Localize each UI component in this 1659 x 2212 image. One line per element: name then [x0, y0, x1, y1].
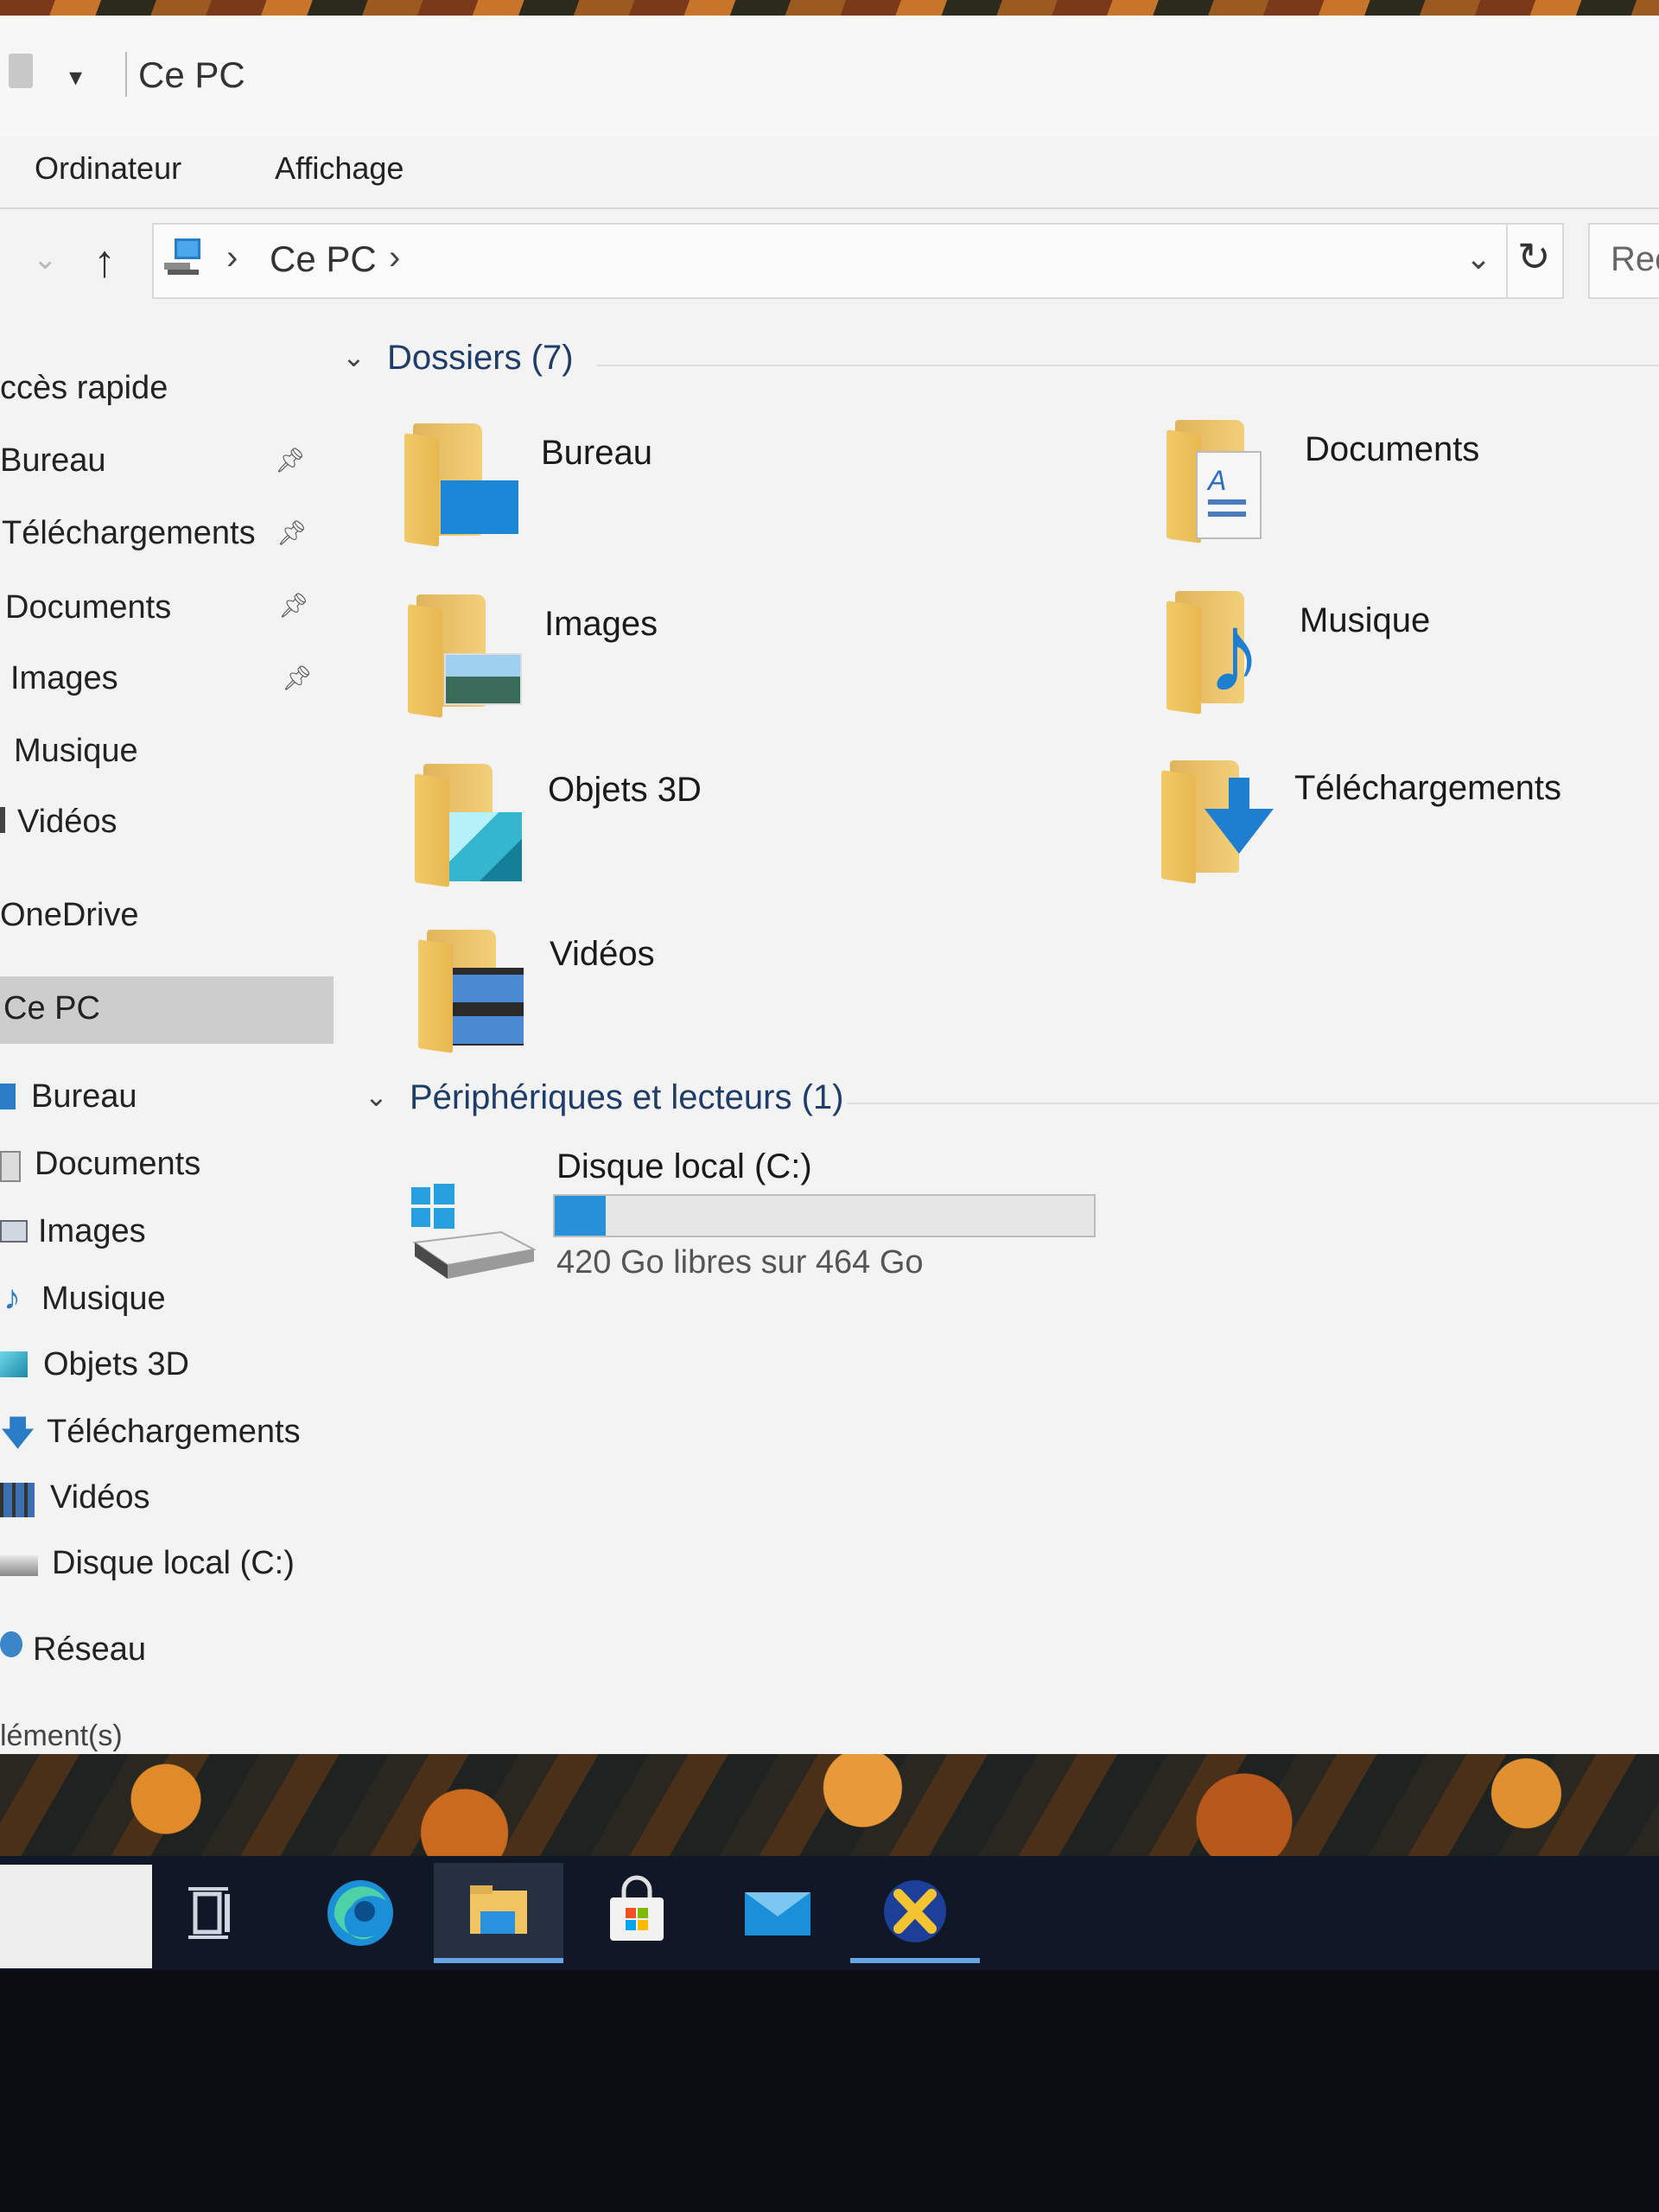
edge-icon — [327, 1880, 393, 1946]
sidebar-item-musique[interactable]: Musique — [14, 733, 138, 770]
sidebar-pc-documents[interactable]: Documents — [35, 1146, 200, 1183]
folder-icon — [470, 1885, 527, 1934]
breadcrumb-chevron-icon[interactable]: › — [389, 238, 400, 277]
active-app-indicator — [434, 1958, 563, 1963]
sidebar-item-documents[interactable]: Documents — [5, 589, 171, 626]
breadcrumb-ce-pc[interactable]: Ce PC — [270, 238, 377, 280]
status-item-count: lément(s) — [0, 1719, 123, 1752]
folder-label-documents[interactable]: Documents — [1305, 430, 1479, 469]
images-icon — [0, 1220, 28, 1243]
folder-label-videos[interactable]: Vidéos — [550, 935, 655, 974]
folder-icon-musique[interactable]: ♪ — [1166, 589, 1270, 715]
breadcrumb-chevron-icon[interactable]: › — [226, 238, 238, 277]
devices-group-header[interactable]: Périphériques et lecteurs (1) — [410, 1078, 843, 1117]
network-icon — [0, 1631, 22, 1657]
taskbar — [0, 1856, 1659, 1970]
address-bar[interactable]: › Ce PC › ⌄ ↻ — [152, 223, 1564, 299]
sidebar-onedrive[interactable]: OneDrive — [0, 897, 139, 934]
sidebar-pc-telechargements[interactable]: Téléchargements — [47, 1414, 301, 1451]
local-disk-icon[interactable] — [406, 1182, 536, 1286]
sidebar-pc-musique[interactable]: Musique — [41, 1281, 166, 1318]
file-explorer-button[interactable] — [434, 1863, 563, 1963]
back-chevron-icon[interactable]: ⌄ — [33, 242, 58, 276]
drive-usage-fill — [555, 1196, 607, 1236]
folder-label-musique[interactable]: Musique — [1300, 601, 1430, 640]
desktop-icon — [0, 1084, 16, 1109]
drive-label[interactable]: Disque local (C:) — [556, 1147, 812, 1186]
sidebar-pc-objets-3d[interactable]: Objets 3D — [43, 1346, 189, 1383]
screen-bezel — [0, 1970, 1659, 2212]
pin-icon: 📌︎ — [276, 519, 308, 546]
drive-usage-bar — [553, 1194, 1096, 1237]
title-separator — [125, 52, 127, 97]
folder-icon-videos[interactable] — [418, 930, 524, 1053]
quick-access-dropdown-icon[interactable]: ▾ — [69, 62, 82, 92]
sidebar-item-images[interactable]: Images — [10, 660, 118, 697]
window-title: Ce PC — [138, 54, 245, 95]
folder-label-telechargements[interactable]: Téléchargements — [1294, 769, 1561, 808]
folders-group-header[interactable]: Dossiers (7) — [387, 339, 574, 378]
refresh-icon[interactable]: ↻ — [1517, 233, 1551, 280]
sidebar-pc-videos[interactable]: Vidéos — [50, 1479, 150, 1516]
mail-icon — [745, 1892, 810, 1936]
ribbon-divider — [0, 207, 1659, 209]
group-divider — [596, 365, 1659, 366]
quick-access-toolbar-icon[interactable] — [9, 54, 33, 88]
collapse-chevron-icon[interactable]: ⌄ — [365, 1080, 388, 1113]
folder-label-bureau[interactable]: Bureau — [541, 434, 652, 473]
sidebar-reseau[interactable]: Réseau — [33, 1631, 146, 1669]
cube-3d-icon — [0, 1351, 28, 1377]
search-box[interactable]: Rec — [1588, 223, 1659, 299]
taskbar-search-box[interactable] — [0, 1865, 152, 1968]
folder-icon-telechargements[interactable] — [1161, 760, 1274, 884]
music-note-icon: ♪ — [1206, 589, 1262, 715]
pin-icon: 📌︎ — [278, 592, 309, 619]
search-placeholder: Rec — [1611, 240, 1659, 278]
mail-button[interactable] — [712, 1863, 842, 1963]
folder-icon-documents[interactable]: A — [1166, 420, 1270, 543]
title-bar: ▾ Ce PC — [0, 16, 1659, 137]
edge-button[interactable] — [296, 1863, 425, 1963]
group-divider — [847, 1103, 1659, 1104]
address-separator — [1506, 225, 1508, 297]
task-view-icon — [188, 1887, 230, 1939]
videos-film-icon — [0, 1483, 35, 1517]
document-icon — [0, 1151, 21, 1182]
pin-icon: 📌︎ — [275, 447, 306, 474]
up-arrow-icon[interactable]: ↑ — [93, 236, 116, 288]
drive-free-space: 420 Go libres sur 464 Go — [556, 1244, 924, 1281]
sidebar-pc-images[interactable]: Images — [38, 1213, 146, 1250]
music-note-icon: ♪ — [3, 1279, 21, 1317]
ribbon-tab-ordinateur[interactable]: Ordinateur — [35, 150, 181, 187]
folder-label-images[interactable]: Images — [544, 605, 658, 644]
folder-icon-images[interactable] — [408, 594, 522, 718]
folder-icon-bureau[interactable] — [404, 423, 518, 547]
collapse-chevron-icon[interactable]: ⌄ — [342, 340, 365, 373]
pin-icon: 📌︎ — [282, 664, 313, 691]
task-view-button[interactable] — [154, 1863, 283, 1963]
sidebar-pc-bureau[interactable]: Bureau — [31, 1078, 137, 1116]
address-dropdown-icon[interactable]: ⌄ — [1465, 240, 1491, 276]
folder-label-objets-3d[interactable]: Objets 3D — [548, 771, 702, 810]
videos-icon — [0, 807, 5, 833]
app-x-button[interactable] — [850, 1863, 980, 1963]
drive-icon — [0, 1555, 38, 1576]
folder-icon-objets-3d[interactable] — [415, 764, 522, 887]
sidebar-item-videos[interactable]: Vidéos — [17, 804, 118, 841]
store-button[interactable] — [572, 1863, 702, 1963]
sidebar-quick-access[interactable]: ccès rapide — [0, 370, 168, 407]
store-bag-icon — [610, 1875, 664, 1941]
ribbon-tab-affichage[interactable]: Affichage — [275, 150, 404, 187]
file-explorer-window: ▾ Ce PC Ordinateur Affichage ⌄ ↑ › Ce PC… — [0, 16, 1659, 1758]
sidebar-item-telechargements[interactable]: Téléchargements — [2, 515, 256, 552]
sidebar-ce-pc[interactable]: Ce PC — [3, 990, 100, 1027]
computer-icon — [164, 238, 200, 275]
sidebar-pc-disque-local[interactable]: Disque local (C:) — [52, 1545, 295, 1582]
sidebar-item-bureau[interactable]: Bureau — [0, 442, 106, 480]
running-app-indicator — [850, 1958, 980, 1963]
x-app-icon — [884, 1880, 946, 1942]
download-arrow-icon: 🡇 — [0, 1414, 36, 1452]
wallpaper-bottom — [0, 1754, 1659, 1866]
